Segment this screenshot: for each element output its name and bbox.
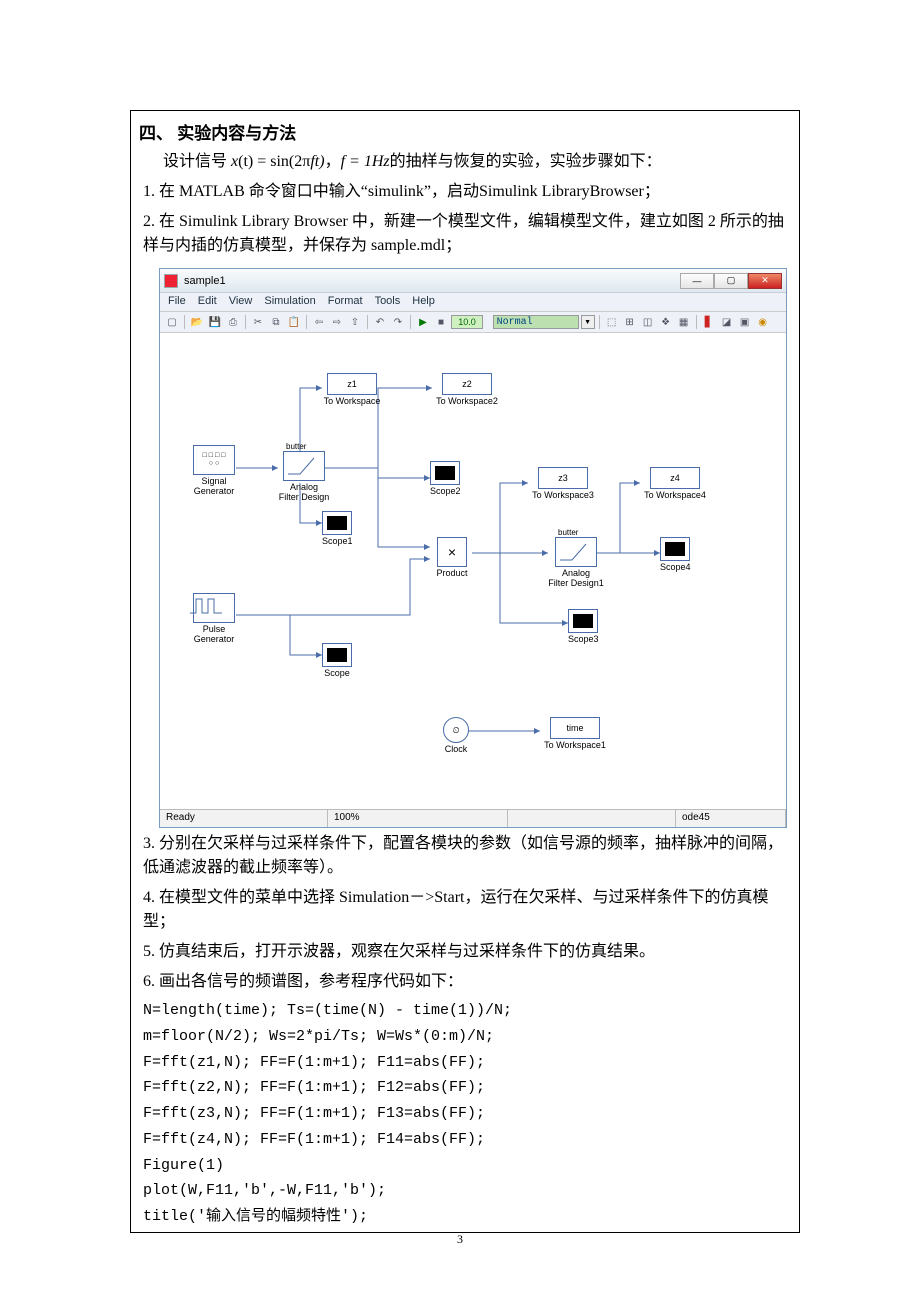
page-number: 3 bbox=[0, 1232, 920, 1247]
menu-tools[interactable]: Tools bbox=[375, 295, 401, 309]
intro-prefix: 设计信号 bbox=[163, 153, 231, 170]
block-clock[interactable]: ⏲ Clock bbox=[436, 717, 476, 755]
menu-help[interactable]: Help bbox=[412, 295, 435, 309]
step-1: 1. 在 MATLAB 命令窗口中输入“simulink”，启动Simulink… bbox=[131, 180, 799, 210]
menu-simulation[interactable]: Simulation bbox=[264, 295, 315, 309]
step-2: 2. 在 Simulink Library Browser 中，新建一个模型文件… bbox=[131, 210, 799, 264]
step-6: 6. 画出各信号的频谱图，参考程序代码如下： bbox=[131, 970, 799, 1000]
toolbar: ▢ 📂 💾 ⎙ ✂ ⧉ 📋 ⇦ ⇨ ⇧ ↶ ↷ ▶ ■ 10.0 Normal … bbox=[160, 311, 786, 333]
mode-dropdown-icon[interactable]: ▼ bbox=[581, 315, 595, 329]
stop-icon[interactable]: ■ bbox=[433, 314, 449, 330]
new-icon[interactable]: ▢ bbox=[164, 314, 180, 330]
window-title: sample1 bbox=[184, 275, 226, 287]
block-z2[interactable]: z2 To Workspace2 bbox=[432, 373, 502, 407]
block-signal-generator[interactable]: □ □ □ □○ ○ Signal Generator bbox=[188, 445, 240, 497]
step-5: 5. 仿真结束后，打开示波器，观察在欠采样与过采样条件下的仿真结果。 bbox=[131, 940, 799, 970]
block-butter1[interactable]: butter Analog Filter Design bbox=[278, 451, 330, 503]
code-line: m=floor(N/2); Ws=2*pi/Ts; W=Ws*(0:m)/N; bbox=[131, 1026, 799, 1052]
menu-view[interactable]: View bbox=[229, 295, 253, 309]
tb-icon-5[interactable]: ▦ bbox=[676, 314, 692, 330]
step-4: 4. 在模型文件的菜单中选择 Simulation－>Start，运行在欠采样、… bbox=[131, 886, 799, 940]
open-icon[interactable]: 📂 bbox=[189, 314, 205, 330]
block-z3[interactable]: z3 To Workspace3 bbox=[528, 467, 598, 501]
block-butter2[interactable]: butter Analog Filter Design1 bbox=[548, 537, 604, 589]
status-empty bbox=[508, 810, 676, 827]
block-scope3[interactable]: Scope3 bbox=[568, 609, 599, 645]
paste-icon[interactable]: 📋 bbox=[286, 314, 302, 330]
code-line: F=fft(z3,N); FF=F(1:m+1); F13=abs(FF); bbox=[131, 1103, 799, 1129]
tb-icon-6[interactable]: ▋ bbox=[701, 314, 717, 330]
code-line: plot(W,F11,'b',-W,F11,'b'); bbox=[131, 1180, 799, 1206]
menu-file[interactable]: File bbox=[168, 295, 186, 309]
block-scope2[interactable]: Scope2 bbox=[430, 461, 461, 497]
block-z1[interactable]: z1 To Workspace bbox=[322, 373, 382, 407]
tb-icon-4[interactable]: ❖ bbox=[658, 314, 674, 330]
tb-icon-1[interactable]: ⬚ bbox=[604, 314, 620, 330]
status-solver: ode45 bbox=[676, 810, 786, 827]
status-zoom: 100% bbox=[328, 810, 508, 827]
print-icon[interactable]: ⎙ bbox=[225, 314, 241, 330]
redo-icon[interactable]: ↷ bbox=[390, 314, 406, 330]
forward-icon[interactable]: ⇨ bbox=[329, 314, 345, 330]
statusbar: Ready 100% ode45 bbox=[160, 809, 786, 827]
section-heading: 四、 实验内容与方法 bbox=[131, 111, 799, 150]
block-time[interactable]: time To Workspace1 bbox=[540, 717, 610, 751]
tb-icon-9[interactable]: ◉ bbox=[755, 314, 771, 330]
undo-icon[interactable]: ↶ bbox=[372, 314, 388, 330]
menubar: File Edit View Simulation Format Tools H… bbox=[160, 293, 786, 311]
menu-edit[interactable]: Edit bbox=[198, 295, 217, 309]
block-product[interactable]: × Product bbox=[430, 537, 474, 579]
code-line: Figure(1) bbox=[131, 1155, 799, 1181]
tb-icon-8[interactable]: ▣ bbox=[737, 314, 753, 330]
close-button[interactable]: ✕ bbox=[748, 273, 782, 289]
cut-icon[interactable]: ✂ bbox=[250, 314, 266, 330]
simulink-window: sample1 — ▢ ✕ File Edit View Simulation … bbox=[159, 268, 787, 828]
tb-icon-3[interactable]: ◫ bbox=[640, 314, 656, 330]
status-ready: Ready bbox=[160, 810, 328, 827]
back-icon[interactable]: ⇦ bbox=[311, 314, 327, 330]
model-canvas[interactable]: □ □ □ □○ ○ Signal Generator butter Analo… bbox=[160, 333, 786, 809]
titlebar[interactable]: sample1 — ▢ ✕ bbox=[160, 269, 786, 293]
maximize-button[interactable]: ▢ bbox=[714, 273, 748, 289]
code-line: N=length(time); Ts=(time(N) - time(1))/N… bbox=[131, 1000, 799, 1026]
save-icon[interactable]: 💾 bbox=[207, 314, 223, 330]
tb-icon-2[interactable]: ⊞ bbox=[622, 314, 638, 330]
code-line: F=fft(z1,N); FF=F(1:m+1); F11=abs(FF); bbox=[131, 1052, 799, 1078]
sim-mode-select[interactable]: Normal bbox=[493, 315, 579, 329]
up-icon[interactable]: ⇧ bbox=[347, 314, 363, 330]
sim-time-field[interactable]: 10.0 bbox=[451, 315, 483, 329]
block-scope4[interactable]: Scope4 bbox=[660, 537, 691, 573]
block-scope1[interactable]: Scope1 bbox=[322, 511, 353, 547]
minimize-button[interactable]: — bbox=[680, 273, 714, 289]
intro-line: 设计信号 x(t) = sin(2πft)，f = 1Hz的抽样与恢复的实验，实… bbox=[131, 150, 799, 180]
menu-format[interactable]: Format bbox=[328, 295, 363, 309]
play-icon[interactable]: ▶ bbox=[415, 314, 431, 330]
copy-icon[interactable]: ⧉ bbox=[268, 314, 284, 330]
app-icon bbox=[164, 274, 178, 288]
block-pulse[interactable]: Pulse Generator bbox=[188, 593, 240, 645]
code-line: F=fft(z4,N); FF=F(1:m+1); F14=abs(FF); bbox=[131, 1129, 799, 1155]
code-line: F=fft(z2,N); FF=F(1:m+1); F12=abs(FF); bbox=[131, 1077, 799, 1103]
block-scope[interactable]: Scope bbox=[322, 643, 352, 679]
block-z4[interactable]: z4 To Workspace4 bbox=[640, 467, 710, 501]
step-3: 3. 分别在欠采样与过采样条件下，配置各模块的参数（如信号源的频率，抽样脉冲的间… bbox=[131, 832, 799, 886]
code-line: title('输入信号的幅频特性'); bbox=[131, 1206, 799, 1232]
tb-icon-7[interactable]: ◪ bbox=[719, 314, 735, 330]
